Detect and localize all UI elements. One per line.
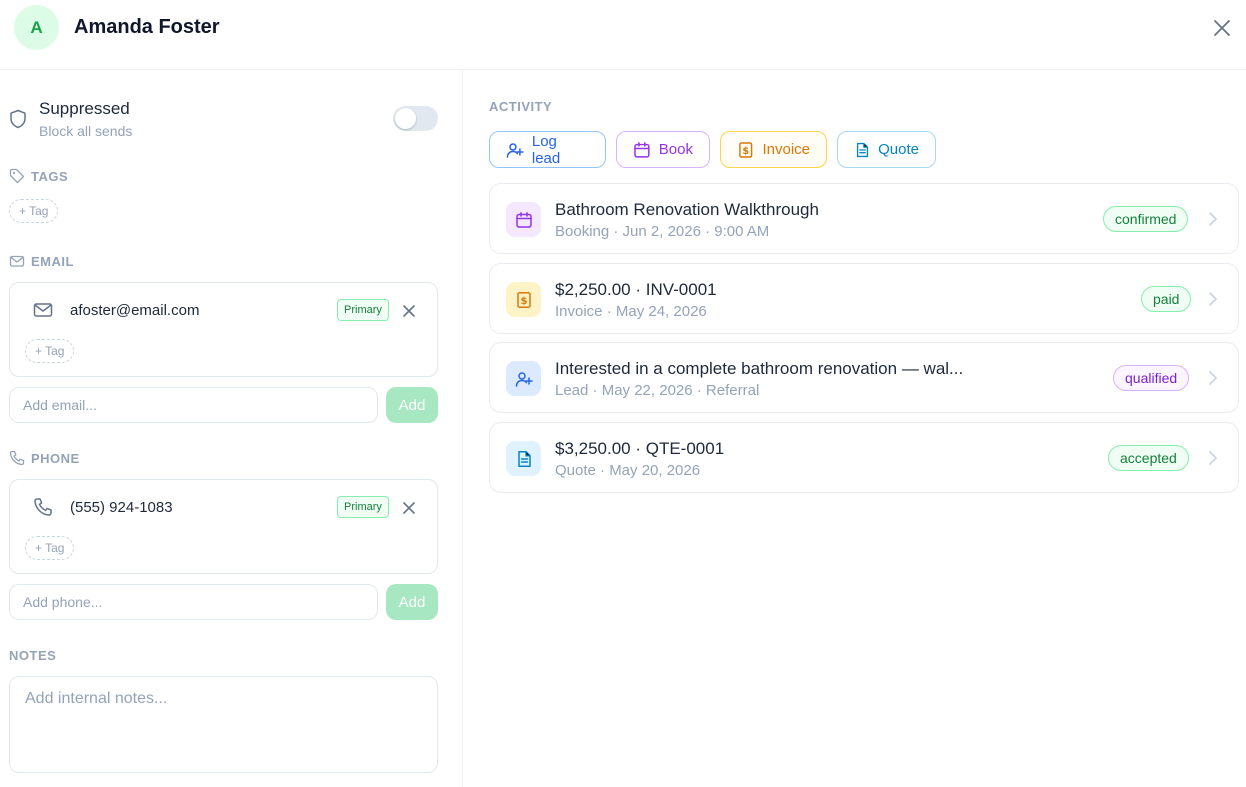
add-email-button[interactable]: Add	[386, 387, 438, 423]
activity-subtitle: Booking · Jun 2, 2026 · 9:00 AM	[555, 223, 770, 240]
close-icon	[1214, 20, 1230, 36]
close-button[interactable]	[1208, 14, 1236, 42]
status-badge: qualified	[1113, 365, 1190, 391]
activity-item-lead[interactable]: Interested in a complete bathroom renova…	[489, 342, 1239, 413]
status-badge: accepted	[1108, 445, 1189, 471]
email-entry: afoster@email.com Primary + Tag	[9, 282, 438, 377]
phone-add-tag-button[interactable]: + Tag	[25, 536, 75, 560]
activity-item-booking[interactable]: Bathroom Renovation Walkthrough Booking …	[489, 183, 1239, 254]
mail-icon	[33, 303, 53, 317]
activity-icon-badge	[506, 202, 541, 237]
avatar: A	[14, 5, 59, 50]
activity-title: Interested in a complete bathroom renova…	[555, 359, 964, 378]
tags-label: TAGS	[31, 168, 69, 184]
primary-badge: Primary	[337, 496, 389, 518]
phone-icon	[34, 498, 52, 516]
activity-subtitle: Quote · May 20, 2026	[555, 462, 701, 479]
status-badge: paid	[1141, 286, 1192, 312]
log-lead-button[interactable]: Log lead	[489, 131, 606, 168]
activity-item-invoice[interactable]: $ $2,250.00 · INV-0001 Invoice · May 24,…	[489, 263, 1239, 334]
email-label: EMAIL	[31, 253, 74, 269]
notes-textarea[interactable]	[9, 676, 438, 773]
activity-icon-badge	[506, 361, 541, 396]
chevron-right-icon	[1209, 292, 1217, 306]
add-contact-tag-button[interactable]: + Tag	[9, 199, 59, 223]
phone-section-label: PHONE	[9, 450, 80, 466]
notes-section-label: NOTES	[9, 648, 56, 663]
contact-name: Amanda Foster	[74, 16, 220, 38]
phone-label: PHONE	[31, 450, 80, 466]
activity-title: Bathroom Renovation Walkthrough	[555, 200, 819, 219]
log-lead-label: Log lead	[531, 132, 561, 167]
document-icon	[517, 450, 531, 467]
quote-label: Quote	[878, 141, 919, 158]
book-button[interactable]: Book	[616, 131, 710, 168]
user-plus-icon	[515, 371, 533, 387]
add-phone-button[interactable]: Add	[386, 584, 438, 620]
notes-label: NOTES	[9, 648, 57, 663]
email-input[interactable]	[9, 387, 378, 423]
email-section-label: EMAIL	[9, 253, 74, 269]
phone-value: (555) 924-1083	[70, 499, 173, 516]
status-badge: confirmed	[1103, 206, 1189, 232]
activity-icon-badge: $	[506, 282, 541, 317]
activity-title: $3,250.00 · QTE-0001	[555, 439, 725, 458]
activity-subtitle: Lead · May 22, 2026 · Referral	[555, 382, 760, 399]
activity-subtitle: Invoice · May 24, 2026	[555, 303, 707, 320]
invoice-icon: $	[516, 291, 531, 308]
chevron-right-icon	[1209, 371, 1217, 385]
user-plus-icon	[506, 142, 524, 158]
toggle-knob	[395, 108, 416, 129]
close-icon	[403, 502, 415, 514]
invoice-button[interactable]: $ Invoice	[720, 131, 827, 168]
suppressed-title: Suppressed	[39, 99, 130, 118]
suppressed-toggle[interactable]	[393, 106, 438, 131]
svg-text:$: $	[520, 296, 527, 307]
mail-icon	[9, 255, 25, 267]
close-icon	[403, 305, 415, 317]
chevron-right-icon	[1209, 451, 1217, 465]
invoice-icon: $	[739, 141, 753, 158]
calendar-icon	[515, 211, 532, 228]
svg-text:$: $	[742, 145, 749, 156]
contact-header: A Amanda Foster	[0, 0, 1246, 70]
tags-section-label: TAGS	[9, 168, 68, 184]
quote-button[interactable]: Quote	[837, 131, 936, 168]
activity-title: $2,250.00 · INV-0001	[555, 280, 717, 299]
activity-item-quote[interactable]: $3,250.00 · QTE-0001 Quote · May 20, 202…	[489, 422, 1239, 493]
shield-icon	[10, 109, 26, 129]
tag-icon	[9, 168, 25, 184]
remove-phone-button[interactable]	[400, 499, 418, 517]
primary-badge: Primary	[337, 299, 389, 321]
activity-icon-badge	[506, 441, 541, 476]
activity-label: ACTIVITY	[489, 99, 553, 114]
phone-entry: (555) 924-1083 Primary + Tag	[9, 479, 438, 574]
suppressed-subtitle: Block all sends	[39, 123, 133, 139]
contact-details-panel: Suppressed Block all sends TAGS + Tag EM…	[0, 71, 463, 787]
phone-input[interactable]	[9, 584, 378, 620]
email-add-tag-button[interactable]: + Tag	[25, 339, 75, 363]
book-label: Book	[658, 141, 693, 158]
document-icon	[856, 142, 869, 157]
invoice-label: Invoice	[762, 141, 810, 158]
phone-icon	[9, 450, 25, 466]
chevron-right-icon	[1209, 212, 1217, 226]
email-value: afoster@email.com	[70, 302, 200, 319]
remove-email-button[interactable]	[400, 302, 418, 320]
activity-panel: ACTIVITY Log lead Book $ Invoice Quote B…	[464, 71, 1246, 787]
calendar-icon	[634, 141, 650, 158]
